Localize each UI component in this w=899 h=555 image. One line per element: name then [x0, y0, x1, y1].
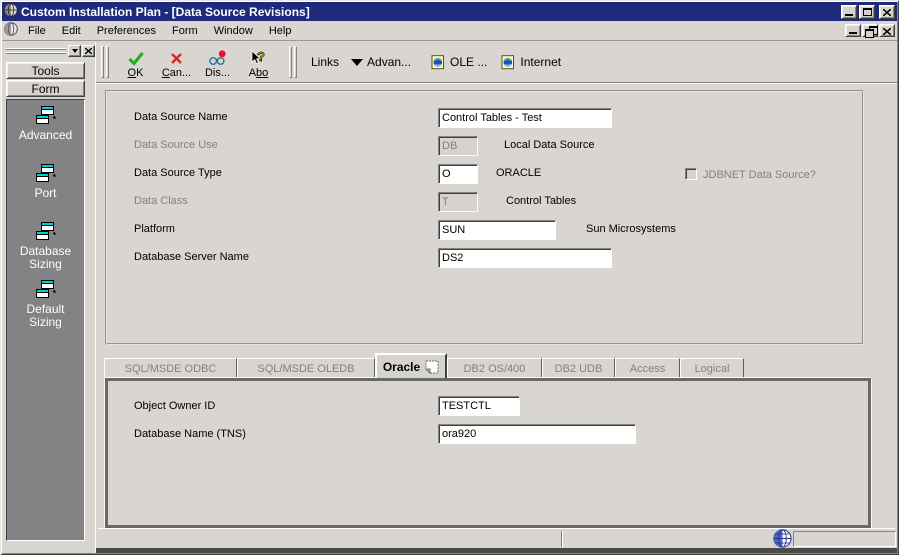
about-button[interactable]: ? Abo — [238, 44, 279, 81]
menu-item-help[interactable]: Help — [261, 23, 300, 39]
object-owner-id-label: Object Owner ID — [134, 400, 216, 412]
tab-sql-msde-oledb[interactable]: SQL/MSDE OLEDB — [237, 358, 375, 378]
tab-logical[interactable]: Logical — [680, 358, 744, 378]
title-bar: Custom Installation Plan - [Data Source … — [2, 2, 897, 21]
status-bar — [98, 528, 896, 549]
data-class-input — [438, 192, 478, 212]
menu-bar: File Edit Preferences Form Window Help — [2, 21, 897, 41]
page-fold-icon — [425, 360, 439, 374]
database-server-name-label: Database Server Name — [134, 251, 249, 263]
exit-bar-dropdown-button[interactable] — [68, 44, 81, 57]
exit-bar: Tools Form Advanced Port Database Sizing… — [2, 42, 95, 553]
app-globe-icon — [4, 3, 18, 20]
data-class-description: Control Tables — [506, 195, 577, 207]
page-globe-icon — [501, 54, 515, 69]
mdi-close-button[interactable] — [879, 24, 895, 37]
window-title: Custom Installation Plan - [Data Source … — [21, 4, 310, 19]
sidebar-tab-tools[interactable]: Tools — [6, 62, 85, 79]
data-source-type-input[interactable] — [438, 164, 478, 184]
sidebar-item-port[interactable]: Port — [7, 164, 84, 200]
data-source-name-label: Data Source Name — [134, 111, 228, 123]
cascade-windows-icon — [35, 164, 56, 182]
database-tabs: SQL/MSDE ODBC SQL/MSDE OLEDB Oracle DB2 … — [104, 353, 744, 378]
platform-description: Sun Microsystems — [586, 223, 676, 235]
page-globe-icon — [431, 54, 445, 69]
tab-oracle[interactable]: Oracle — [375, 353, 447, 378]
glasses-icon — [209, 49, 226, 65]
platform-label: Platform — [134, 223, 175, 235]
cascade-windows-icon — [35, 280, 56, 298]
data-source-type-description: ORACLE — [496, 167, 542, 179]
toolbar: OK Can... Dis... ? Abo Links Advan... OL… — [96, 42, 897, 83]
advanced-menu-button[interactable]: Advan... — [367, 55, 411, 69]
mdi-minimize-button[interactable] — [845, 24, 861, 37]
sidebar-tab-form[interactable]: Form — [6, 80, 85, 97]
database-server-name-input[interactable] — [438, 248, 612, 268]
exit-bar-titlebar — [6, 44, 95, 57]
tab-db2-os400[interactable]: DB2 OS/400 — [447, 358, 542, 378]
data-source-type-label: Data Source Type — [134, 167, 222, 179]
main-panel: OK Can... Dis... ? Abo Links Advan... OL… — [95, 42, 897, 553]
mdi-restore-button[interactable] — [862, 24, 878, 38]
minimize-button[interactable] — [841, 4, 857, 19]
maximize-button[interactable] — [859, 4, 875, 19]
ole-button[interactable]: OLE ... — [431, 54, 487, 70]
cascade-windows-icon — [35, 106, 56, 124]
exit-bar-close-button[interactable] — [82, 44, 95, 57]
ok-button[interactable]: OK — [115, 44, 156, 81]
data-source-groupbox — [105, 90, 864, 345]
data-source-use-input — [438, 136, 478, 156]
object-owner-id-input[interactable] — [438, 396, 520, 416]
help-pointer-icon: ? — [251, 50, 265, 64]
check-icon — [127, 51, 144, 66]
cascade-windows-icon — [35, 222, 56, 240]
jdbnet-checkbox-label: JDBNET Data Source? — [703, 169, 816, 181]
menu-item-edit[interactable]: Edit — [54, 23, 89, 39]
status-panel — [793, 531, 896, 547]
menu-item-file[interactable]: File — [20, 23, 54, 39]
window-bottom-edge — [96, 548, 897, 553]
data-class-label: Data Class — [134, 195, 188, 207]
jdbnet-checkbox — [685, 168, 697, 180]
sidebar-item-advanced[interactable]: Advanced — [7, 106, 84, 142]
data-source-use-description: Local Data Source — [504, 139, 595, 151]
sidebar-item-database-sizing[interactable]: Database Sizing — [7, 222, 84, 271]
sidebar-item-default-sizing[interactable]: Default Sizing — [7, 280, 84, 329]
status-bar-divider — [561, 531, 562, 547]
child-window-globe-icon[interactable] — [4, 22, 18, 39]
cancel-button[interactable]: Can... — [156, 44, 197, 81]
display-button[interactable]: Dis... — [197, 44, 238, 81]
cancel-x-icon — [171, 52, 182, 64]
menu-item-preferences[interactable]: Preferences — [89, 23, 164, 39]
platform-input[interactable] — [438, 220, 556, 240]
data-source-use-label: Data Source Use — [134, 139, 218, 151]
close-button[interactable] — [879, 4, 895, 19]
menu-item-window[interactable]: Window — [206, 23, 261, 39]
database-name-tns-input[interactable] — [438, 424, 636, 444]
internet-button[interactable]: Internet — [501, 54, 561, 70]
database-name-tns-label: Database Name (TNS) — [134, 428, 246, 440]
toolbar-grip[interactable] — [289, 46, 297, 78]
data-source-name-input[interactable] — [438, 108, 612, 128]
form-exits-panel: Advanced Port Database Sizing Default Si… — [6, 99, 85, 541]
tab-sql-msde-odbc[interactable]: SQL/MSDE ODBC — [104, 358, 237, 378]
exit-bar-grip[interactable] — [6, 46, 66, 56]
tab-db2-udb[interactable]: DB2 UDB — [542, 358, 615, 378]
dropdown-arrow-icon[interactable] — [351, 59, 364, 72]
toolbar-grip[interactable] — [101, 46, 109, 78]
tab-access[interactable]: Access — [615, 358, 680, 378]
menu-item-form[interactable]: Form — [164, 23, 206, 39]
app-window: Custom Installation Plan - [Data Source … — [0, 0, 899, 555]
links-label: Links — [311, 55, 340, 69]
